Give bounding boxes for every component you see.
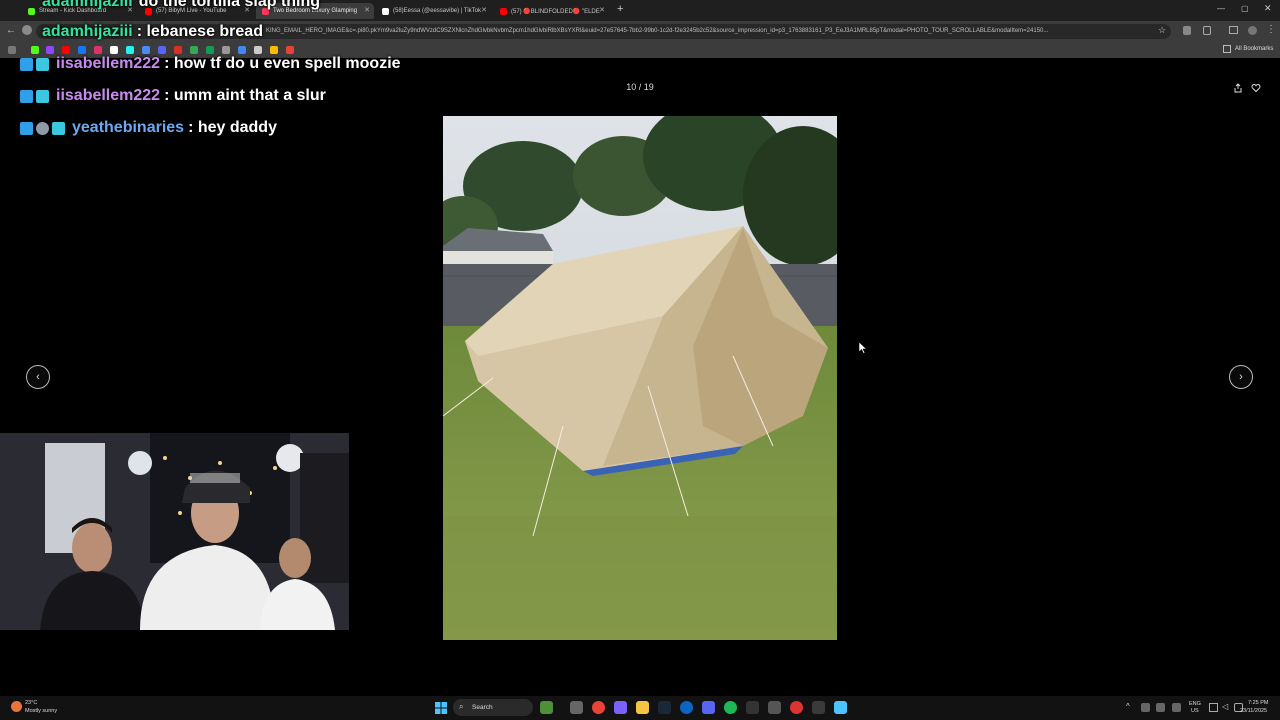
tab-search-icon[interactable] bbox=[1229, 26, 1238, 34]
all-bookmarks-link[interactable]: All Bookmarks bbox=[1235, 46, 1273, 52]
chat-message-partial: adamhijaziii do the tortilla slap thing bbox=[20, 0, 320, 14]
chat-message-text: : hey daddy bbox=[188, 119, 277, 136]
clock-date[interactable]: 23/11/2025 bbox=[1240, 708, 1267, 714]
tab-label: (58)Eessa (@eessavibe) | TikTok bbox=[393, 8, 482, 14]
tray-icon[interactable] bbox=[1156, 703, 1165, 712]
weather-desc[interactable]: Mostly sunny bbox=[25, 708, 57, 714]
chat-message: iisabellem222 : how tf do u even spell m… bbox=[20, 52, 401, 76]
folder-icon bbox=[1223, 45, 1231, 53]
clock-time[interactable]: 7:25 PM bbox=[1248, 700, 1268, 706]
menu-kebab-icon[interactable]: ⋮ bbox=[1266, 24, 1276, 35]
extension-icon[interactable] bbox=[1183, 26, 1191, 35]
app-icon[interactable] bbox=[768, 701, 781, 714]
extensions-puzzle-icon[interactable] bbox=[1203, 26, 1211, 35]
chat-message-text: : how tf do u even spell moozie bbox=[164, 55, 401, 72]
file-explorer-icon[interactable] bbox=[636, 701, 649, 714]
tab-label: (57) 🔴BLINDFOLDED🔴 "ELDE bbox=[511, 8, 600, 15]
chat-message: yeathebinaries : hey daddy bbox=[20, 116, 277, 140]
volume-icon[interactable]: ◁ bbox=[1222, 702, 1228, 711]
chat-message: iisabellem222 : umm aint that a slur bbox=[20, 84, 326, 108]
app-icon[interactable] bbox=[680, 701, 693, 714]
weather-icon bbox=[11, 701, 22, 712]
chat-username: adamhijaziii bbox=[42, 23, 133, 40]
chevron-left-icon: ‹ bbox=[36, 371, 40, 383]
chevron-right-icon: › bbox=[1239, 371, 1243, 383]
chat-badge-icon bbox=[36, 121, 49, 135]
language-region[interactable]: US bbox=[1191, 708, 1199, 714]
chat-badge-icon bbox=[20, 121, 33, 135]
chat-username: adamhijaziii bbox=[42, 0, 133, 10]
bookmark-star-icon[interactable]: ☆ bbox=[1158, 25, 1166, 36]
chat-badge-icon bbox=[36, 57, 49, 71]
tab-tiktok[interactable]: (58)Eessa (@eessavibe) | TikTok ✕ bbox=[376, 3, 491, 19]
mouse-cursor-icon bbox=[859, 342, 867, 354]
next-photo-button[interactable]: › bbox=[1229, 365, 1253, 389]
chat-username: iisabellem222 bbox=[56, 87, 161, 104]
weather-temp[interactable]: 23°C bbox=[25, 700, 37, 706]
tent-photo bbox=[443, 116, 837, 640]
discord-icon[interactable] bbox=[702, 701, 715, 714]
close-tab-icon[interactable]: ✕ bbox=[481, 6, 487, 14]
search-icon: ⌕ bbox=[459, 702, 464, 711]
spotify-icon[interactable] bbox=[724, 701, 737, 714]
close-tab-icon[interactable]: ✕ bbox=[599, 6, 605, 14]
close-tab-icon[interactable]: ✕ bbox=[364, 6, 370, 14]
heart-icon[interactable] bbox=[1251, 83, 1261, 93]
chat-message-text: : lebanese bread bbox=[136, 23, 263, 40]
tab-youtube-blindfolded[interactable]: (57) 🔴BLINDFOLDED🔴 "ELDE ✕ bbox=[494, 3, 609, 19]
chat-badge-icon bbox=[20, 89, 33, 103]
photo-counter: 10 / 19 bbox=[626, 82, 654, 92]
app-icon[interactable] bbox=[834, 701, 847, 714]
chevron-up-icon[interactable]: ^ bbox=[1126, 702, 1130, 711]
app-icon[interactable] bbox=[614, 701, 627, 714]
chat-username: yeathebinaries bbox=[72, 119, 185, 136]
tray-icon[interactable] bbox=[1141, 703, 1150, 712]
app-icon[interactable] bbox=[812, 701, 825, 714]
chat-badge-icon bbox=[20, 57, 33, 71]
youtube-icon bbox=[500, 7, 507, 15]
steam-icon[interactable] bbox=[658, 701, 671, 714]
tiktok-icon bbox=[382, 7, 389, 15]
app-icon[interactable] bbox=[790, 701, 803, 714]
chat-message: adamhijaziii : lebanese bread bbox=[20, 20, 263, 44]
search-highlight-icon[interactable] bbox=[540, 701, 553, 714]
obs-icon[interactable] bbox=[746, 701, 759, 714]
network-icon[interactable] bbox=[1209, 703, 1218, 712]
chat-badge-icon bbox=[52, 121, 65, 135]
apps-grid-icon[interactable] bbox=[8, 46, 16, 54]
task-view-icon[interactable] bbox=[570, 701, 583, 714]
profile-avatar-icon[interactable] bbox=[1248, 26, 1257, 35]
webcam-overlay bbox=[0, 433, 349, 630]
chat-badge-icon bbox=[36, 89, 49, 103]
windows-taskbar: 23°C Mostly sunny ⌕ Search ^ ENG US ◁ 7:… bbox=[0, 696, 1280, 720]
chrome-icon[interactable] bbox=[592, 701, 605, 714]
chat-message-text: : umm aint that a slur bbox=[164, 87, 326, 104]
minimize-button[interactable]: — bbox=[1217, 4, 1225, 13]
search-label: Search bbox=[472, 704, 493, 711]
url-text: KING_EMAIL_HERO_IMAGE&c=.pi80.pkYm9va2lu… bbox=[266, 28, 1049, 34]
chat-message-text: do the tortilla slap thing bbox=[138, 0, 321, 10]
windows-start-icon[interactable] bbox=[435, 702, 447, 714]
taskbar-search-box[interactable]: ⌕ Search bbox=[453, 699, 533, 716]
share-icon[interactable] bbox=[1233, 83, 1243, 93]
tray-icon[interactable] bbox=[1172, 703, 1181, 712]
maximize-button[interactable]: ▢ bbox=[1241, 4, 1249, 13]
prev-photo-button[interactable]: ‹ bbox=[26, 365, 50, 389]
close-window-button[interactable]: ✕ bbox=[1264, 3, 1272, 14]
new-tab-button[interactable]: + bbox=[617, 3, 623, 15]
back-arrow-icon[interactable]: ← bbox=[6, 25, 16, 36]
language-indicator[interactable]: ENG bbox=[1189, 701, 1201, 707]
chat-username: iisabellem222 bbox=[56, 55, 161, 72]
